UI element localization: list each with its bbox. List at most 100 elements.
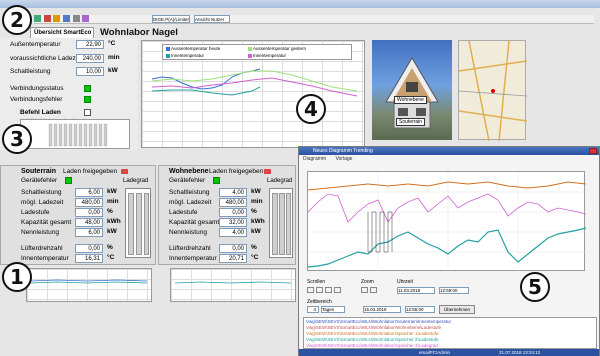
switch-power-value: 10,00 [76, 67, 104, 76]
wohnebene-device-error-led [213, 177, 220, 184]
souterrain-charge-level-value: 0,00 [75, 208, 103, 217]
wohnebene-rated-power-label: Nennleistung [169, 229, 207, 236]
main-titlebar [0, 0, 600, 8]
souterrain-power-value: 6,00 [75, 188, 103, 197]
wohnebene-power-unit: kW [251, 188, 261, 195]
souterrain-fan-unit: % [107, 244, 113, 251]
range-unit-dropdown[interactable]: Tagen [321, 306, 345, 313]
scroll-last-button[interactable] [334, 287, 341, 293]
wohnebene-fan-label: Lüfterdrehzahl [169, 245, 211, 252]
wohnebene-capacity-label: Kapazität gesamt [169, 219, 220, 226]
callout-badge-2: 2 [2, 5, 32, 35]
wohnebene-gauge [269, 188, 293, 258]
wohnebene-rated-power-unit: kW [251, 228, 261, 235]
connection-error-label: Verbindungsfehler [10, 96, 63, 103]
wohnebene-charge-level-label: Ladestufe [169, 209, 198, 216]
connection-error-led [84, 96, 91, 103]
callout-badge-5: 5 [520, 272, 550, 302]
wohnebene-power-label: Schaltleistung [169, 189, 210, 196]
outdoor-temp-value: 22,90 [76, 40, 104, 49]
start-date-input[interactable]: 11.03.2018 [397, 287, 435, 294]
settings-icon[interactable] [72, 15, 80, 22]
wohnebene-title: Wohnebene [169, 168, 209, 175]
trend-chart [307, 171, 587, 272]
scroll-prev-button[interactable] [316, 287, 323, 293]
trend-close-button[interactable] [589, 148, 597, 154]
souterrain-mini-chart [26, 268, 152, 302]
trend-series-teal [307, 227, 587, 268]
souterrain-charge-level-label: Ladestufe [21, 209, 50, 216]
end-time-input[interactable]: 12:55:00 [405, 306, 435, 313]
end-date-input[interactable]: 15.03.2018 [363, 306, 401, 313]
time-range-label: Zeitbereich [307, 299, 332, 305]
callout-badge-4: 4 [296, 94, 326, 124]
wohnebene-charge-time-label: mögl. Ladezeit [169, 199, 212, 206]
location-dropdown[interactable]: DIGE.P(A)/Limiter [152, 15, 190, 23]
connection-status-label: Verbindungsstatus [10, 85, 64, 92]
trend-menu-diagramm[interactable]: Diagramm [303, 156, 326, 162]
souterrain-charge-time-label: mögl. Ladezeit [21, 199, 64, 206]
trend-series-orange [307, 181, 587, 191]
souterrain-fan-label: Lüfterdrehzahl [21, 245, 63, 252]
souterrain-power-label: Schaltleistung [21, 189, 62, 196]
trend-window: Neues Diagramm Trending Diagramm Vorlage… [298, 146, 600, 356]
charge-command-label: Befehl Laden [20, 109, 61, 116]
wohnebene-capacity-unit: kWh [251, 218, 265, 225]
series-indoor-2 [151, 77, 358, 97]
tab-overview[interactable]: Übersicht SmartEco [30, 27, 94, 38]
charge-time-value: 240,00 [76, 54, 104, 63]
trend-titlebar[interactable]: Neues Diagramm Trending [299, 147, 599, 155]
trend-menu-vorlage[interactable]: Vorlage [335, 156, 352, 162]
zoom-out-button[interactable] [370, 287, 377, 293]
switch-power-unit: kW [108, 67, 118, 74]
map-roads [458, 40, 528, 142]
charge-time-unit: min [108, 54, 120, 61]
trend-statusbar: emailPC\Admin 21.07.2018 13:24:12 [299, 349, 599, 356]
print-icon[interactable] [63, 15, 71, 22]
main-menubar [12, 8, 312, 15]
open-icon[interactable] [34, 15, 41, 22]
wohnebene-indoor-temp-value: 20,71 [219, 254, 247, 263]
wohnebene-gauge-label: Ladegrad [267, 178, 293, 184]
zoom-label: Zoom [361, 279, 374, 285]
wohnebene-fan-unit: % [251, 244, 257, 251]
wohnebene-charge-level-unit: % [251, 208, 257, 215]
series-outdoor-yesterday [151, 70, 358, 92]
outdoor-temp-label: Außentemperatur [10, 41, 61, 48]
souterrain-indoor-temp-unit: °C [107, 254, 115, 261]
scroll-next-button[interactable] [325, 287, 332, 293]
chart-icon[interactable] [82, 15, 90, 22]
wohnebene-charge-level-value: 0,00 [219, 208, 247, 217]
souterrain-title: Souterrain [21, 168, 57, 175]
range-count-input[interactable]: 4 [307, 306, 319, 313]
callout-badge-1: 1 [2, 262, 32, 292]
outdoor-temp-unit: °C [108, 40, 116, 47]
charge-time-label: voraussichtliche Ladezeit [10, 55, 83, 62]
stop-icon[interactable] [43, 15, 51, 22]
switch-power-label: Schaltleistung [10, 68, 51, 75]
souterrain-indoor-temp-label: Innentemperatur [21, 255, 69, 262]
apply-button[interactable]: Übernehmen [439, 305, 475, 314]
wohnebene-device-error-label: Gerätefehler [169, 177, 206, 184]
temperature-chart: Aussentemperatur heute Aussentemperatur … [141, 40, 365, 148]
souterrain-charge-enabled-flag [121, 169, 128, 174]
trend-chart-lines [307, 172, 587, 272]
alarm-icon[interactable] [53, 15, 61, 22]
start-time-input[interactable]: 12:59:00 [439, 287, 469, 294]
header-bar: Übersicht SmartEco Wohnlabor Nagel [0, 27, 368, 38]
wohnebene-mini-chart [170, 268, 296, 302]
scroll-label: Scrollen [307, 279, 326, 285]
charge-timeline [20, 119, 130, 149]
status-time: 21.07.2018 13:24:12 [499, 350, 541, 355]
wohnebene-fan-value: 0,00 [219, 244, 247, 253]
wohnebene-charge-time-unit: min [251, 198, 263, 205]
zoom-in-button[interactable] [361, 287, 368, 293]
souterrain-charge-level-unit: % [107, 208, 113, 215]
souterrain-rated-power-value: 6,00 [75, 228, 103, 237]
scroll-first-button[interactable] [307, 287, 314, 293]
charge-command-checkbox[interactable] [84, 109, 91, 116]
wohnebene-panel: Wohnebene Laden freigegeben Gerätefehler… [158, 165, 296, 265]
souterrain-gauge-label: Ladegrad [123, 178, 149, 184]
wohnebene-indoor-temp-unit: °C [251, 254, 259, 261]
view-dropdown[interactable]: Ansicht Nutzer [194, 15, 230, 23]
